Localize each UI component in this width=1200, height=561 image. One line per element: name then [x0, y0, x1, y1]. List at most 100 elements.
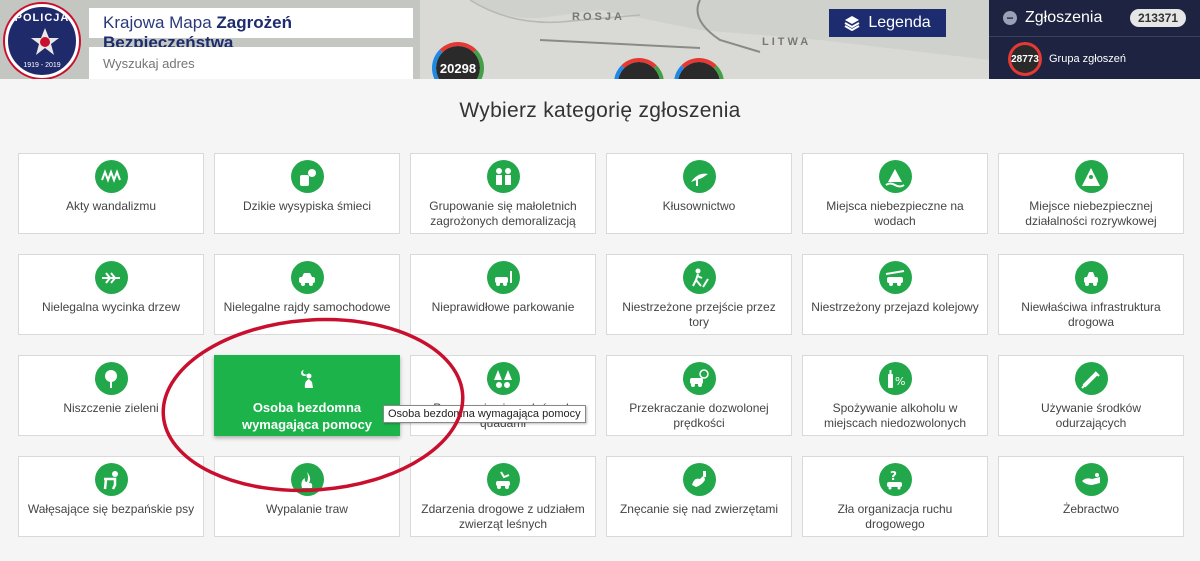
poaching-icon: [682, 160, 716, 193]
svg-text:?: ?: [890, 469, 897, 483]
water-danger-icon: [878, 160, 912, 193]
category-tile[interactable]: Nielegalna wycinka drzew: [18, 254, 204, 335]
category-tile[interactable]: Nielegalne rajdy samochodowe: [214, 254, 400, 335]
legend-label: Legenda: [868, 14, 931, 31]
category-label: Miejsca niebezpieczne na wodach: [826, 199, 964, 228]
rail-crossing-car-icon: [878, 261, 912, 294]
category-label: Niszczenie zieleni: [63, 401, 159, 415]
stray-dog-icon: [94, 463, 128, 496]
category-label: Akty wandalizmu: [65, 199, 157, 213]
category-label: Używanie środków odurzających: [1040, 401, 1142, 430]
map-cluster[interactable]: 20298: [432, 42, 484, 79]
category-tile[interactable]: Niewłaściwa infrastruktura drogowa: [998, 254, 1184, 335]
category-tile[interactable]: Używanie środków odurzających: [998, 355, 1184, 436]
warning-runner-icon: [1074, 160, 1108, 193]
category-label: Przekraczanie dozwolonej prędkości: [629, 401, 769, 430]
category-label: Kłusownictwo: [662, 199, 736, 213]
police-logo[interactable]: POLICJA 1919 - 2019: [5, 4, 79, 78]
category-tile[interactable]: Wypalanie traw: [214, 456, 400, 537]
tree-cutting-icon: [94, 261, 128, 294]
category-tile[interactable]: Nieprawidłowe parkowanie: [410, 254, 596, 335]
category-label: Niestrzeżony przejazd kolejowy: [811, 300, 979, 314]
reports-title: Zgłoszenia: [1025, 9, 1103, 26]
road-infrastructure-icon: [1074, 261, 1108, 294]
greenery-icon: [94, 362, 128, 395]
homeless-person-icon: [291, 362, 324, 395]
category-tile[interactable]: Grupowanie się małoletnich zagrożonych d…: [410, 153, 596, 234]
begging-icon: [1074, 463, 1108, 496]
category-tile[interactable]: Żebractwo: [998, 456, 1184, 537]
category-label: Zdarzenia drogowe z udziałem zwierząt le…: [421, 502, 585, 531]
group-cluster: 28773: [1011, 45, 1039, 73]
group-label: Grupa zgłoszeń: [1049, 53, 1127, 65]
category-label: Nieprawidłowe parkowanie: [431, 300, 575, 314]
collapse-icon[interactable]: −: [1003, 11, 1017, 25]
traffic-question-icon: ?: [878, 463, 912, 496]
category-tile[interactable]: ? Zła organizacja ruchu drogowego: [802, 456, 988, 537]
police-star-icon: [31, 28, 59, 55]
car-rally-icon: [290, 261, 324, 294]
minors-icon: [486, 160, 520, 193]
grass-burning-icon: [290, 463, 324, 496]
category-label: Niewłaściwa infrastruktura drogowa: [1021, 300, 1161, 329]
animal-abuse-icon: [682, 463, 716, 496]
logo-years: 1919 - 2019: [23, 62, 61, 69]
reports-panel: − Zgłoszenia 213371 28773 Grupa zgłoszeń: [989, 0, 1200, 79]
category-label: Miejsce niebezpiecznej działalności rozr…: [1025, 199, 1157, 228]
tooltip: Osoba bezdomna wymagająca pomocy: [383, 405, 586, 423]
reports-header[interactable]: − Zgłoszenia 213371: [989, 0, 1200, 37]
category-tile[interactable]: Osoba bezdomna wymagająca pomocy: [214, 355, 400, 436]
category-tile[interactable]: Akty wandalizmu: [18, 153, 204, 234]
category-label: Dzikie wysypiska śmieci: [242, 199, 372, 213]
category-tile[interactable]: Miejsce niebezpiecznej działalności rozr…: [998, 153, 1184, 234]
category-tile[interactable]: Niestrzeżony przejazd kolejowy: [802, 254, 988, 335]
category-label: Grupowanie się małoletnich zagrożonych d…: [429, 199, 577, 228]
category-heading: Wybierz kategorię zgłoszenia: [459, 99, 741, 122]
app-title-light: Krajowa Mapa: [103, 13, 217, 32]
rail-crossing-pedestrian-icon: [682, 261, 716, 294]
category-tile[interactable]: Kłusownictwo: [606, 153, 792, 234]
map-header: POLICJA 1919 - 2019 Krajowa Mapa Zagroże…: [0, 0, 1200, 79]
legend-button[interactable]: Legenda: [829, 9, 946, 37]
category-label: Żebractwo: [1062, 502, 1120, 516]
map-cluster[interactable]: 104: [614, 58, 664, 79]
quad-forest-icon: [486, 362, 520, 395]
category-label: Wałęsające się bezpańskie psy: [27, 502, 195, 516]
category-label: Zła organizacja ruchu drogowego: [837, 502, 953, 531]
map-label-russia: ROSJA: [572, 11, 625, 23]
category-tile[interactable]: Dzikie wysypiska śmieci: [214, 153, 400, 234]
category-tile[interactable]: % Spożywanie alkoholu w miejscach niedozw…: [802, 355, 988, 436]
parking-icon: [486, 261, 520, 294]
category-label: Wypalanie traw: [266, 502, 348, 516]
reports-count-badge: 213371: [1129, 9, 1186, 27]
wildlife-road-icon: [486, 463, 520, 496]
alcohol-icon: %: [878, 362, 912, 395]
drugs-icon: [1074, 362, 1108, 395]
category-tile[interactable]: Wałęsające się bezpańskie psy: [18, 456, 204, 537]
category-tile[interactable]: Miejsca niebezpieczne na wodach: [802, 153, 988, 234]
category-label: Osoba bezdomna wymagająca pomocy: [241, 400, 373, 432]
category-label: Niestrzeżone przejście przez tory: [622, 300, 776, 329]
category-tile[interactable]: Znęcanie się nad zwierzętami: [606, 456, 792, 537]
category-tile[interactable]: Niszczenie zieleni: [18, 355, 204, 436]
category-label: Znęcanie się nad zwierzętami: [619, 502, 779, 516]
map-label-lithuania: LITWA: [762, 36, 812, 48]
trash-icon: [290, 160, 324, 193]
map-cluster[interactable]: 278: [674, 58, 724, 79]
logo-text: POLICJA: [14, 12, 70, 24]
category-label: Spożywanie alkoholu w miejscach niedozwo…: [823, 401, 967, 430]
category-tile[interactable]: Niestrzeżone przejście przez tory: [606, 254, 792, 335]
reports-group-row[interactable]: 28773 Grupa zgłoszeń: [989, 37, 1200, 79]
layers-icon: [844, 16, 860, 31]
app-title: Krajowa Mapa Zagrożeń Bezpieczeństwa: [89, 8, 413, 52]
category-label: Nielegalna wycinka drzew: [41, 300, 181, 314]
category-tile[interactable]: Przekraczanie dozwolonej prędkości: [606, 355, 792, 436]
category-tile[interactable]: Poruszanie się po leśnych quadami: [410, 355, 596, 436]
speeding-icon: [682, 362, 716, 395]
category-tile[interactable]: Zdarzenia drogowe z udziałem zwierząt le…: [410, 456, 596, 537]
category-label: Nielegalne rajdy samochodowe: [223, 300, 391, 314]
vandalism-icon: [94, 160, 128, 193]
category-picker: Wybierz kategorię zgłoszenia Akty wandal…: [0, 79, 1200, 561]
svg-text:%: %: [895, 375, 905, 388]
address-search-input[interactable]: [89, 47, 413, 79]
